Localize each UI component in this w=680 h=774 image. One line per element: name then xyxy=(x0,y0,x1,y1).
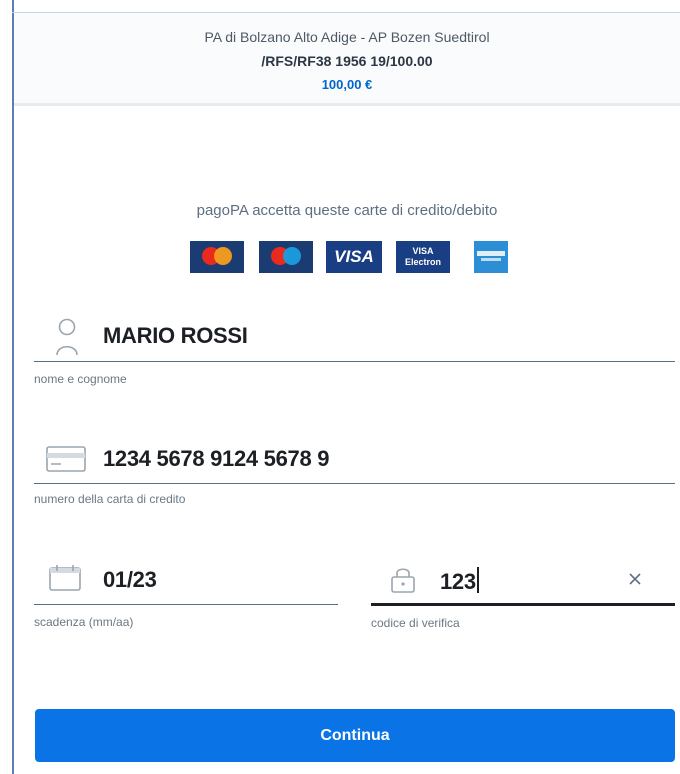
continue-button[interactable]: Continua xyxy=(35,709,675,762)
credit-card-icon xyxy=(46,446,86,472)
card-number-input[interactable]: 1234 5678 9124 5678 9 xyxy=(103,446,329,472)
cvv-label: codice di verifica xyxy=(371,616,460,630)
user-icon xyxy=(55,318,79,356)
card-number-label: numero della carta di credito xyxy=(34,492,186,506)
maestro-logo xyxy=(259,241,313,273)
visa-electron-logo: VISA Electron xyxy=(396,241,450,273)
payment-summary-header: PA di Bolzano Alto Adige - AP Bozen Sued… xyxy=(14,13,680,103)
cvv-value: 123 xyxy=(440,569,476,594)
calendar-icon xyxy=(49,565,81,591)
mastercard-logo xyxy=(190,241,244,273)
amex-logo xyxy=(474,241,508,273)
cvv-underline-active xyxy=(371,603,675,606)
lock-icon xyxy=(389,565,417,593)
expiry-underline xyxy=(34,604,338,605)
accepted-cards-text: pagoPA accetta queste carte di credito/d… xyxy=(196,202,498,219)
text-cursor xyxy=(476,567,479,593)
cvv-input[interactable]: 123 xyxy=(440,567,479,595)
card-number-underline xyxy=(34,483,675,484)
expiry-input[interactable]: 01/23 xyxy=(103,567,157,593)
expiry-label: scadenza (mm/aa) xyxy=(34,615,134,629)
header-divider xyxy=(14,103,680,106)
payment-amount: 100,00 € xyxy=(321,77,373,92)
frame-border-left xyxy=(12,0,14,774)
name-label: nome e cognome xyxy=(34,372,127,386)
organization-name: PA di Bolzano Alto Adige - AP Bozen Sued… xyxy=(204,29,490,45)
clear-icon[interactable] xyxy=(624,568,646,590)
visa-logo: VISA xyxy=(326,241,382,273)
name-input[interactable]: MARIO ROSSI xyxy=(103,323,248,349)
payment-code: /RFS/RF38 1956 19/100.00 xyxy=(261,53,433,69)
name-underline xyxy=(34,361,675,362)
